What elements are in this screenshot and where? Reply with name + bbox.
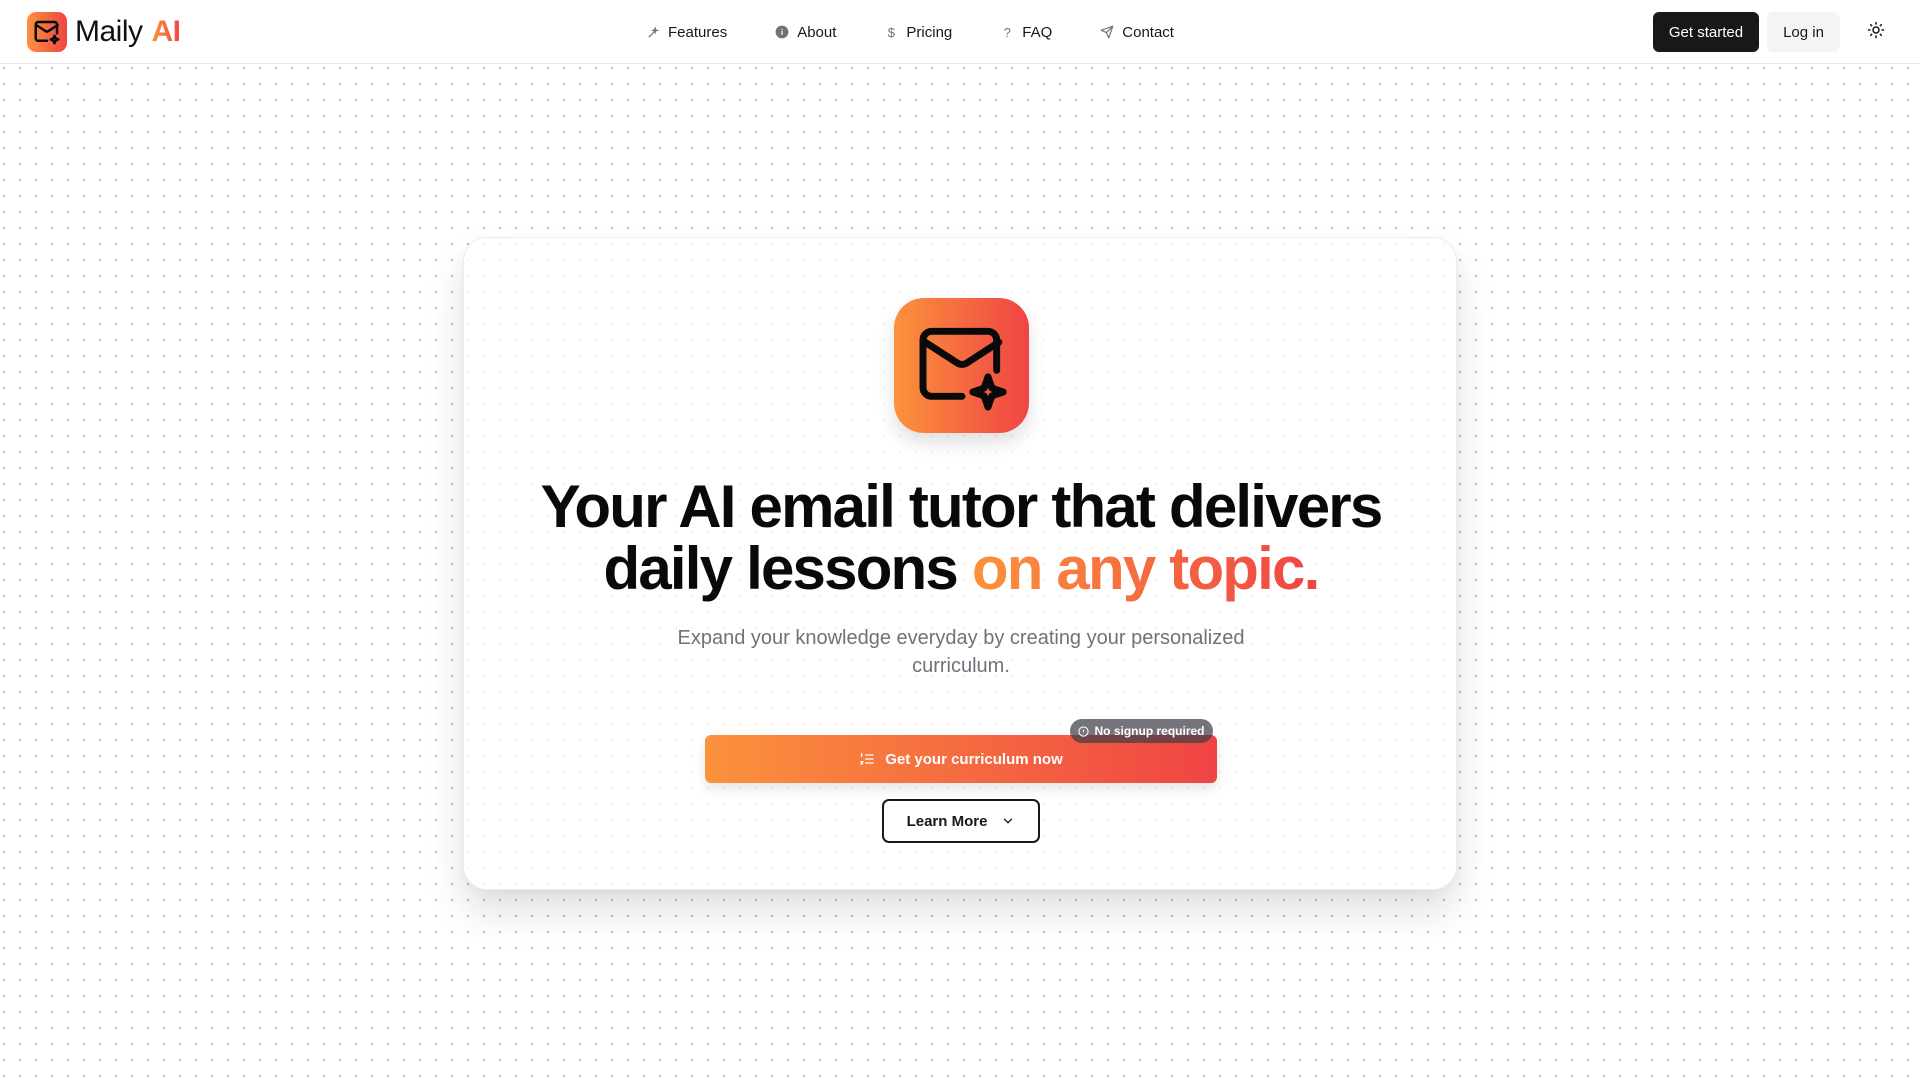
nav-label: About [797,23,837,41]
info-circle-icon [775,25,789,39]
nav-label: FAQ [1022,23,1053,41]
no-signup-badge: No signup required [1070,719,1213,743]
cta-label: Get your curriculum now [885,750,1063,768]
site-header: Maily AI Features About $ Pricing ? FAQ [0,0,1920,64]
list-ordered-icon [859,751,875,767]
brand-name: Maily [75,15,143,48]
headline-line2: daily lessons [603,535,972,602]
learn-more-button[interactable]: Learn More [882,799,1040,843]
logo[interactable]: Maily AI [27,12,181,52]
get-started-button[interactable]: Get started [1653,12,1759,52]
hero-headline: Your AI email tutor that delivers daily … [464,476,1458,600]
dollar-icon: $ [887,24,896,40]
nav-item-pricing[interactable]: $ Pricing [884,24,952,41]
badge-label: No signup required [1094,724,1205,738]
hero-subtitle: Expand your knowledge everyday by creati… [677,627,1245,677]
nav-label: Contact [1122,23,1174,41]
nav-item-contact[interactable]: Contact [1100,24,1174,41]
headline-line1: Your AI email tutor that delivers [540,473,1384,540]
sparkle-wand-icon [646,25,660,39]
mail-sparkle-icon [27,12,67,52]
hero-card: Your AI email tutor that delivers daily … [463,237,1457,890]
send-icon [1100,25,1114,39]
brand-accent: AI [151,15,182,48]
question-icon: ? [1003,24,1011,40]
log-in-button[interactable]: Log in [1767,12,1840,52]
nav-item-features[interactable]: Features [646,24,727,41]
nav-item-about[interactable]: About [775,24,836,41]
info-circle-icon [1078,725,1090,737]
chevron-down-icon [1001,814,1015,828]
theme-toggle-button[interactable] [1860,16,1892,48]
nav-label: Features [668,23,728,41]
nav-label: Pricing [906,23,953,41]
main-nav: Features About $ Pricing ? FAQ Contact [646,19,1174,45]
sun-icon [1867,21,1885,44]
headline-accent: on any topic. [971,535,1320,602]
learn-more-label: Learn More [906,812,988,830]
mail-sparkle-icon [894,298,1029,433]
nav-item-faq[interactable]: ? FAQ [1000,23,1053,41]
